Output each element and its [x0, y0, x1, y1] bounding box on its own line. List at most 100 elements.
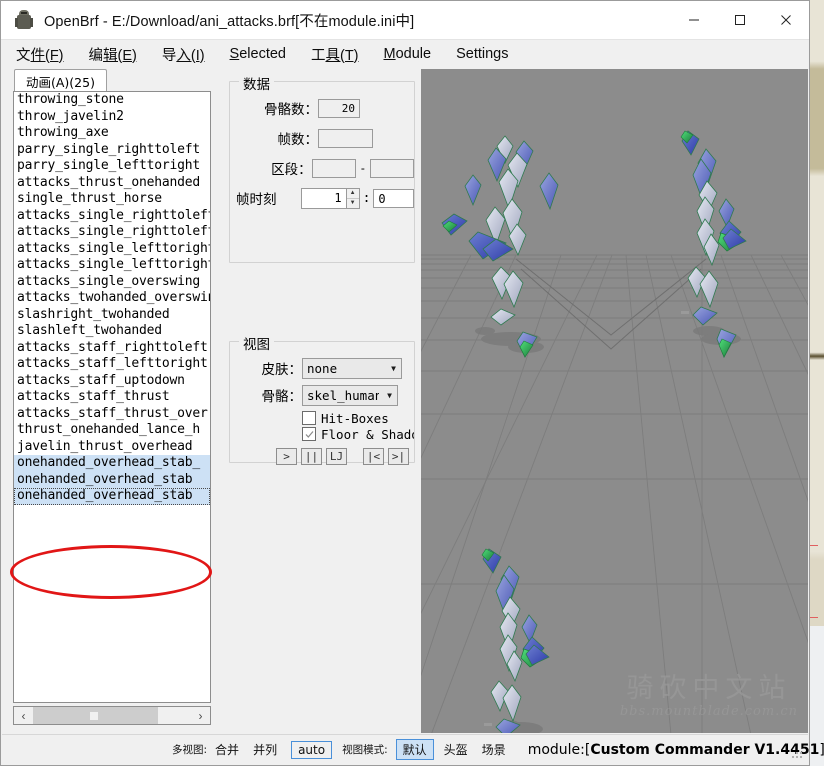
- bone-count-value: 20: [318, 98, 360, 118]
- statusbar-auto[interactable]: auto: [291, 740, 333, 759]
- list-item[interactable]: attacks_single_lefttoright: [14, 241, 210, 258]
- tab-strip: 动画(A)(25): [14, 69, 221, 93]
- chevron-down-icon: ▼: [391, 363, 396, 373]
- menu-module[interactable]: Module: [383, 44, 433, 64]
- skin-select[interactable]: none ▼: [302, 357, 402, 379]
- tab-animations[interactable]: 动画(A)(25): [14, 69, 107, 93]
- statusbar-helmet[interactable]: 头盔: [444, 741, 468, 758]
- module-name: Custom Commander V1.4451: [590, 741, 820, 758]
- minimize-button[interactable]: [671, 1, 717, 40]
- status-bar: 多视图: 合并 并列 auto 视图模式: 默认 头盔 场景 module:[C…: [2, 734, 824, 764]
- 3d-viewport[interactable]: 骑砍中文站 bbs.mountblade.com.cn: [421, 69, 808, 733]
- viewmode-label: 视图模式:: [342, 744, 388, 756]
- resize-grip[interactable]: [792, 748, 804, 760]
- list-item[interactable]: attacks_twohanded_overswing: [14, 290, 210, 307]
- animation-list[interactable]: throwing_stone throw_javelin2 throwing_axe…: [13, 91, 211, 703]
- list-item[interactable]: slashright_twohanded: [14, 307, 210, 324]
- range-label: 区段：: [271, 162, 312, 178]
- data-group-legend: 数据: [239, 73, 274, 93]
- menu-settings[interactable]: Settings: [455, 44, 509, 64]
- close-button[interactable]: [763, 1, 809, 40]
- view-group-legend: 视图: [239, 333, 274, 353]
- floor-checkbox-row[interactable]: Floor & Shadow: [302, 426, 414, 442]
- statusbar-merge[interactable]: 合并: [215, 741, 239, 758]
- list-item[interactable]: attacks_staff_thrust_over: [14, 406, 210, 423]
- skin-label: 皮肤：: [261, 362, 303, 378]
- frame-time-sub-value[interactable]: 0: [373, 188, 414, 208]
- list-item[interactable]: onehanded_overhead_stab_: [14, 455, 210, 472]
- menu-import[interactable]: 导入(I): [161, 42, 206, 67]
- pause-button[interactable]: ||: [301, 448, 322, 465]
- spin-down-icon[interactable]: ▼: [346, 198, 359, 208]
- properties-panel: 数据 骨骼数： 20 帧数： 区段： - 帧时刻 1 ▲ ▼: 0 视图 皮肤…: [221, 69, 421, 733]
- list-item[interactable]: attacks_staff_lefttoright: [14, 356, 210, 373]
- content-area: 动画(A)(25) throwing_stone throw_javelin2 th…: [2, 69, 808, 733]
- viewport-render: [421, 69, 808, 733]
- list-item[interactable]: parry_single_righttoleft: [14, 142, 210, 159]
- menu-bar: 文件(F) 编辑(E) 导入(I) Selected 工具(T) Module …: [1, 40, 809, 68]
- maximize-button[interactable]: [717, 1, 763, 40]
- statusbar-scene[interactable]: 场景: [482, 741, 506, 758]
- play-button[interactable]: >: [276, 448, 297, 465]
- multiview-label: 多视图:: [172, 744, 208, 756]
- hitboxes-label: Hit-Boxes: [321, 410, 389, 426]
- playback-controls: > || LJ |< >|: [276, 448, 414, 465]
- hitboxes-checkbox-row[interactable]: Hit-Boxes: [302, 410, 414, 426]
- animation-list-hscrollbar[interactable]: ‹ ›: [13, 706, 211, 725]
- hscroll-track[interactable]: [33, 707, 191, 724]
- list-item[interactable]: attacks_staff_uptodown: [14, 373, 210, 390]
- view-group: 视图 皮肤： none ▼ 骨骼： skel_human ▼ Hit-Boxes…: [229, 333, 415, 465]
- scroll-right-icon[interactable]: ›: [191, 707, 210, 724]
- menu-selected[interactable]: Selected: [229, 44, 287, 64]
- spin-up-icon[interactable]: ▲: [346, 188, 359, 199]
- floor-label: Floor & Shadow: [321, 426, 414, 442]
- menu-file[interactable]: 文件(F): [15, 42, 65, 67]
- list-item[interactable]: attacks_thrust_onehanded: [14, 175, 210, 192]
- list-item[interactable]: throwing_stone: [14, 92, 210, 109]
- frame-count-value: [318, 128, 373, 148]
- frame-count-label: 帧数：: [277, 132, 319, 148]
- list-item[interactable]: thrust_onehanded_lance_h: [14, 422, 210, 439]
- maximize-icon: [735, 15, 745, 25]
- list-item[interactable]: parry_single_lefttoright: [14, 158, 210, 175]
- menu-tools[interactable]: 工具(T): [310, 42, 360, 67]
- close-icon: [781, 15, 791, 25]
- window-buttons: [671, 1, 809, 40]
- list-item[interactable]: attacks_single_lefttoright2: [14, 257, 210, 274]
- frame-time-label: 帧时刻: [236, 192, 277, 208]
- list-item[interactable]: attacks_single_righttoleft: [14, 208, 210, 225]
- list-item[interactable]: attacks_single_overswing: [14, 274, 210, 291]
- list-item[interactable]: throwing_axe: [14, 125, 210, 142]
- list-item[interactable]: single_thrust_horse: [14, 191, 210, 208]
- tab-animations-label: 动画(A)(25): [26, 75, 95, 90]
- list-item[interactable]: attacks_staff_thrust: [14, 389, 210, 406]
- frame-time-stepper[interactable]: 1 ▲ ▼: [300, 187, 360, 209]
- list-item[interactable]: slashleft_twohanded: [14, 323, 210, 340]
- scroll-left-icon[interactable]: ‹: [14, 707, 33, 724]
- title-bar: OpenBrf - E:/Download/ani_attacks.brf[不在…: [1, 1, 809, 40]
- list-item[interactable]: onehanded_overhead_stab: [14, 488, 210, 505]
- list-item[interactable]: attacks_single_righttoleft2: [14, 224, 210, 241]
- frame-time-spin-buttons[interactable]: ▲ ▼: [345, 187, 360, 209]
- list-item[interactable]: javelin_thrust_overhead: [14, 439, 210, 456]
- list-item[interactable]: throw_javelin2: [14, 109, 210, 126]
- loop-button[interactable]: LJ: [326, 448, 347, 465]
- list-item[interactable]: attacks_staff_righttoleft: [14, 340, 210, 357]
- first-frame-button[interactable]: |<: [363, 448, 384, 465]
- module-prefix: module:[: [527, 741, 591, 758]
- floor-checkbox[interactable]: [302, 427, 316, 441]
- statusbar-default[interactable]: 默认: [395, 739, 434, 760]
- list-item[interactable]: onehanded_overhead_stab: [14, 471, 210, 488]
- skin-value: none: [307, 360, 338, 376]
- range-to-value: [369, 158, 415, 178]
- left-panel: 动画(A)(25) throwing_stone throw_javelin2 th…: [2, 69, 221, 733]
- skeleton-select[interactable]: skel_human ▼: [302, 384, 398, 406]
- last-frame-button[interactable]: >|: [388, 448, 409, 465]
- statusbar-parallel[interactable]: 并列: [253, 741, 277, 758]
- data-group: 数据 骨骼数： 20 帧数： 区段： - 帧时刻 1 ▲ ▼: 0: [229, 73, 415, 263]
- hscroll-thumb[interactable]: [33, 707, 158, 724]
- hitboxes-checkbox[interactable]: [302, 411, 316, 425]
- frame-time-value[interactable]: 1: [300, 187, 346, 209]
- menu-edit[interactable]: 编辑(E): [88, 42, 138, 67]
- window-title: OpenBrf - E:/Download/ani_attacks.brf[不在…: [44, 13, 415, 30]
